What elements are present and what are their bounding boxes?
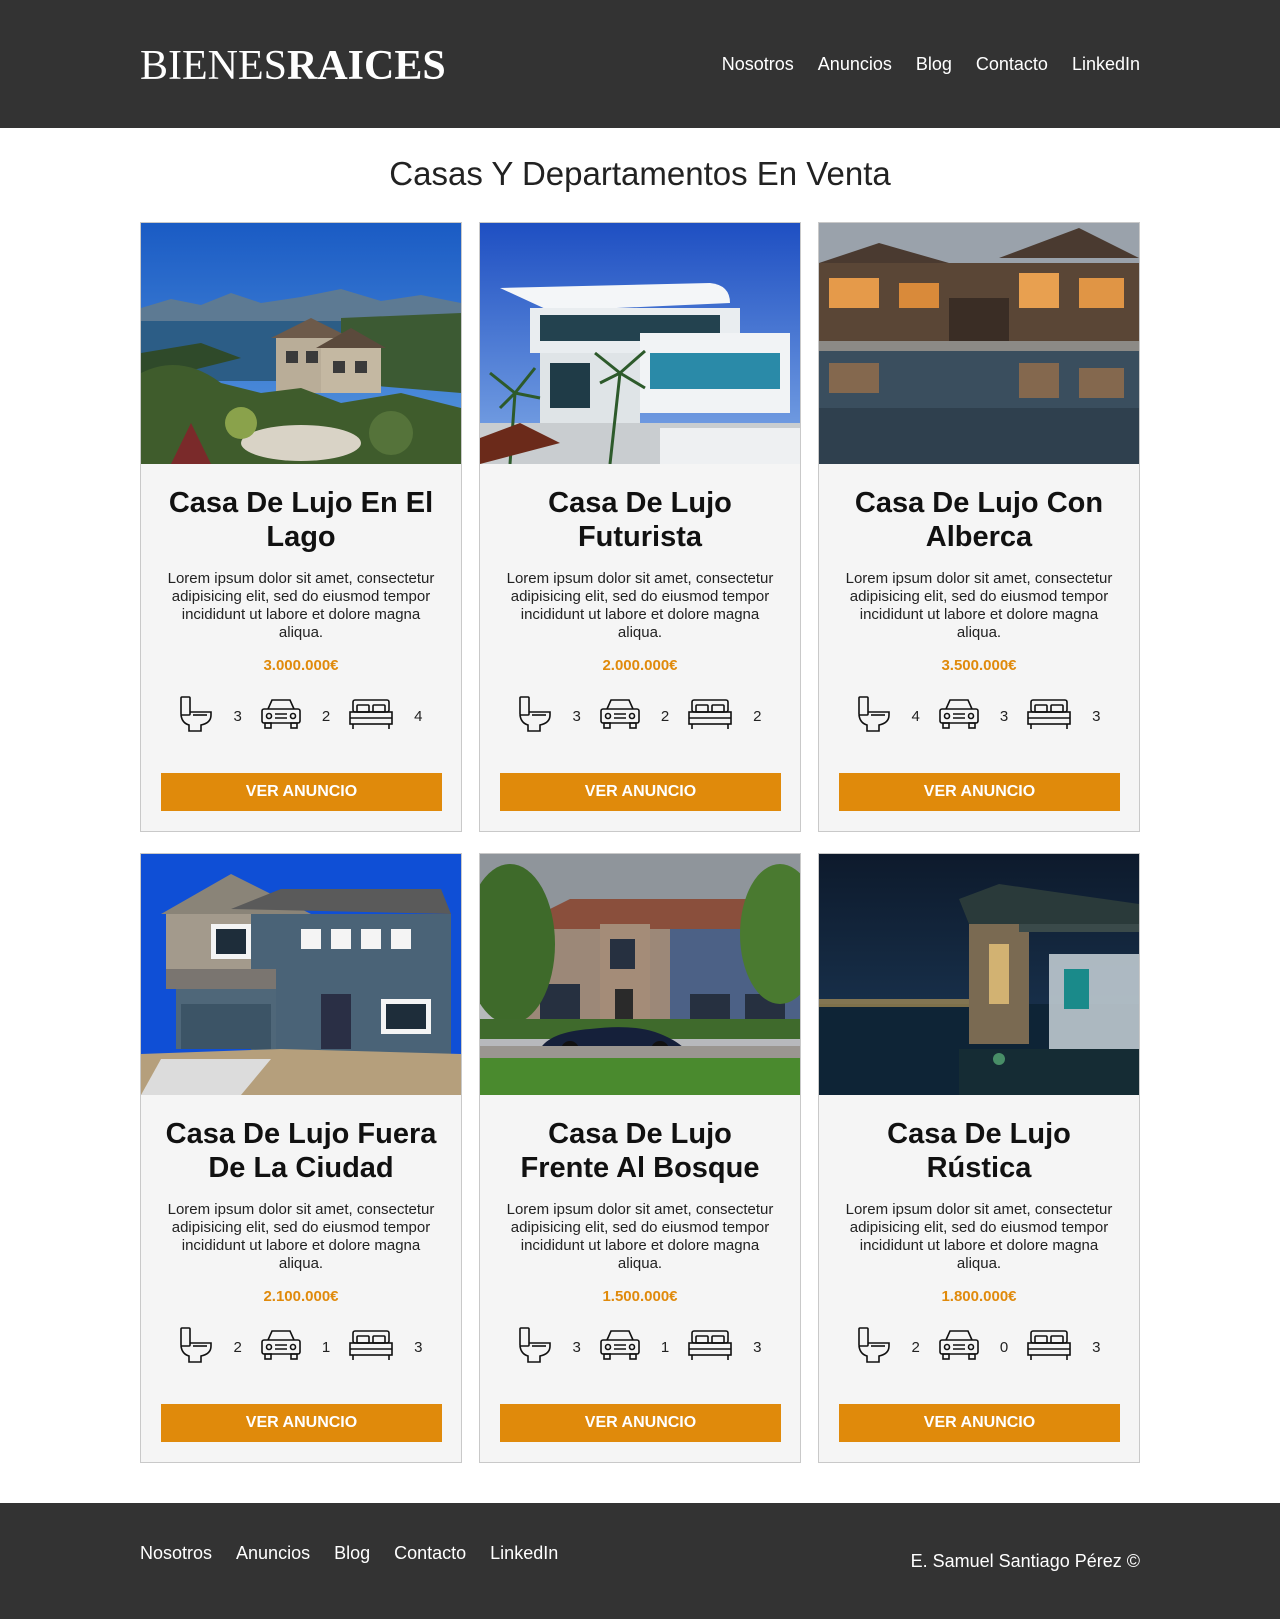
site-logo[interactable]: BIENESRAICES — [140, 41, 446, 87]
logo-bold-text: RAICES — [287, 43, 446, 89]
footer-link-contacto[interactable]: Contacto — [394, 1543, 466, 1564]
listing-features: 3 1 3 — [500, 1325, 780, 1369]
toilet-icon — [518, 695, 552, 738]
listing-title: Casa De Lujo Con Alberca — [854, 487, 1104, 554]
view-listing-button[interactable]: VER ANUNCIO — [161, 773, 442, 812]
nav-link-nosotros[interactable]: Nosotros — [722, 54, 794, 75]
listing-card: Casa De Lujo Frente Al Bosque Lorem ipsu… — [479, 853, 801, 1464]
listing-features: 2 0 3 — [839, 1325, 1119, 1369]
bed-icon — [348, 1328, 394, 1367]
listing-price: 2.100.000€ — [263, 1288, 339, 1306]
listing-description: Lorem ipsum dolor sit amet, consectetur … — [506, 570, 774, 642]
listing-description: Lorem ipsum dolor sit amet, consectetur … — [167, 570, 435, 642]
listing-price: 1.500.000€ — [602, 1288, 678, 1306]
pool-house-photo — [819, 223, 1139, 465]
listings-grid: Casa De Lujo En El Lago Lorem ipsum dolo… — [140, 222, 1140, 1464]
nav-link-anuncios[interactable]: Anuncios — [818, 54, 892, 75]
listing-card: Casa De Lujo En El Lago Lorem ipsum dolo… — [140, 222, 462, 833]
bedrooms-count: 3 — [414, 1338, 423, 1356]
lake-house-photo — [141, 223, 461, 465]
listing-description: Lorem ipsum dolor sit amet, consectetur … — [845, 570, 1113, 642]
nav-link-linkedin[interactable]: LinkedIn — [1072, 54, 1140, 75]
toilet-icon — [857, 1326, 891, 1369]
bathrooms-count: 3 — [233, 707, 242, 725]
listing-price: 2.000.000€ — [602, 657, 678, 675]
car-icon — [938, 697, 980, 736]
view-listing-button[interactable]: VER ANUNCIO — [500, 1404, 781, 1443]
bed-icon — [1026, 1328, 1072, 1367]
toilet-icon — [518, 1326, 552, 1369]
nav-link-contacto[interactable]: Contacto — [976, 54, 1048, 75]
bedrooms-count: 3 — [1092, 1338, 1101, 1356]
car-icon — [599, 697, 641, 736]
bedrooms-count: 3 — [1092, 707, 1101, 725]
parking-count: 3 — [999, 707, 1009, 725]
toilet-icon — [179, 695, 213, 738]
bed-icon — [687, 697, 733, 736]
bedrooms-count: 3 — [753, 1338, 762, 1356]
listing-price: 3.000.000€ — [263, 657, 339, 675]
listing-title: Casa De Lujo Frente Al Bosque — [520, 1118, 760, 1185]
listing-price: 3.500.000€ — [941, 657, 1017, 675]
bedrooms-count: 4 — [414, 707, 423, 725]
footer-nav: Nosotros Anuncios Blog Contacto LinkedIn — [140, 1543, 558, 1564]
view-listing-button[interactable]: VER ANUNCIO — [839, 1404, 1120, 1443]
footer-link-linkedin[interactable]: LinkedIn — [490, 1543, 558, 1564]
listing-features: 2 1 3 — [161, 1325, 441, 1369]
page-title: Casas Y Departamentos En Venta — [389, 155, 891, 192]
bathrooms-count: 4 — [911, 707, 920, 725]
listing-features: 3 2 2 — [500, 694, 780, 738]
parking-count: 1 — [660, 1338, 670, 1356]
footer-link-nosotros[interactable]: Nosotros — [140, 1543, 212, 1564]
logo-light-text: BIENES — [140, 43, 287, 89]
bathrooms-count: 3 — [572, 707, 581, 725]
listing-card: Casa De Lujo Con Alberca Lorem ipsum dol… — [818, 222, 1140, 833]
listing-description: Lorem ipsum dolor sit amet, consectetur … — [167, 1201, 435, 1273]
listing-features: 4 3 3 — [839, 694, 1119, 738]
listing-card: Casa De Lujo Fuera De La Ciudad Lorem ip… — [140, 853, 462, 1464]
parking-count: 2 — [321, 707, 331, 725]
car-icon — [599, 1328, 641, 1367]
car-icon — [260, 697, 302, 736]
futuristic-house-photo — [480, 223, 800, 465]
bathrooms-count: 2 — [233, 1338, 242, 1356]
car-icon — [938, 1328, 980, 1367]
listing-description: Lorem ipsum dolor sit amet, consectetur … — [845, 1201, 1113, 1273]
main-content: Casas Y Departamentos En Venta Casa De L… — [140, 155, 1140, 1464]
site-header: BIENESRAICES Nosotros Anuncios Blog Cont… — [0, 0, 1280, 128]
listing-card: Casa De Lujo Rústica Lorem ipsum dolor s… — [818, 853, 1140, 1464]
listing-title: Casa De Lujo Futurista — [548, 487, 732, 554]
parking-count: 2 — [660, 707, 670, 725]
listing-price: 1.800.000€ — [941, 1288, 1017, 1306]
toilet-icon — [179, 1326, 213, 1369]
parking-count: 1 — [321, 1338, 331, 1356]
bathrooms-count: 2 — [911, 1338, 920, 1356]
bathrooms-count: 3 — [572, 1338, 581, 1356]
listing-card: Casa De Lujo Futurista Lorem ipsum dolor… — [479, 222, 801, 833]
listing-features: 3 2 4 — [161, 694, 441, 738]
listing-title: Casa De Lujo Rústica — [887, 1118, 1071, 1185]
bed-icon — [1026, 697, 1072, 736]
view-listing-button[interactable]: VER ANUNCIO — [500, 773, 781, 812]
listing-title: Casa De Lujo En El Lago — [168, 487, 434, 554]
listing-title: Casa De Lujo Fuera De La Ciudad — [165, 1118, 437, 1185]
footer-link-blog[interactable]: Blog — [334, 1543, 370, 1564]
nav-link-blog[interactable]: Blog — [916, 54, 952, 75]
main-nav: Nosotros Anuncios Blog Contacto LinkedIn — [722, 54, 1140, 75]
brick-house-photo — [480, 854, 800, 1096]
footer-link-anuncios[interactable]: Anuncios — [236, 1543, 310, 1564]
night-house-photo — [819, 854, 1139, 1096]
car-icon — [260, 1328, 302, 1367]
copyright-text: E. Samuel Santiago Pérez © — [910, 1551, 1140, 1572]
view-listing-button[interactable]: VER ANUNCIO — [161, 1404, 442, 1443]
toilet-icon — [857, 695, 891, 738]
bedrooms-count: 2 — [753, 707, 762, 725]
suburban-house-photo — [141, 854, 461, 1096]
bed-icon — [348, 697, 394, 736]
view-listing-button[interactable]: VER ANUNCIO — [839, 773, 1120, 812]
listing-description: Lorem ipsum dolor sit amet, consectetur … — [506, 1201, 774, 1273]
parking-count: 0 — [999, 1338, 1009, 1356]
bed-icon — [687, 1328, 733, 1367]
site-footer: Nosotros Anuncios Blog Contacto LinkedIn… — [0, 1503, 1280, 1620]
